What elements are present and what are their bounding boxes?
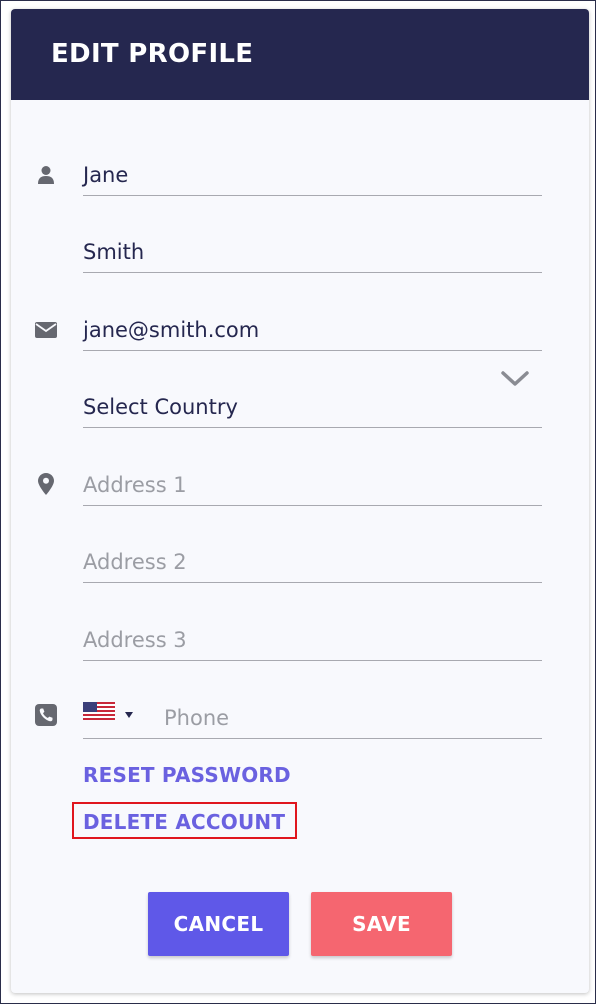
phone-field[interactable]: Phone — [83, 698, 542, 739]
phone-placeholder: Phone — [164, 706, 230, 730]
cancel-button[interactable]: CANCEL — [148, 892, 289, 956]
map-pin-icon — [35, 473, 57, 495]
first-name-value: Jane — [83, 163, 129, 187]
delete-account-link[interactable]: DELETE ACCOUNT — [83, 810, 285, 834]
caret-down-icon — [125, 712, 133, 718]
edit-profile-card: EDIT PROFILE Jane Smith jane@smith.com S… — [11, 9, 589, 993]
country-select[interactable]: Select Country — [83, 387, 542, 428]
phone-icon — [35, 704, 57, 726]
last-name-field[interactable]: Smith — [83, 232, 542, 273]
save-button[interactable]: SAVE — [311, 892, 452, 956]
address1-field[interactable]: Address 1 — [83, 465, 542, 506]
card-header: EDIT PROFILE — [11, 9, 589, 100]
window-frame: EDIT PROFILE Jane Smith jane@smith.com S… — [0, 0, 596, 1004]
address3-field[interactable]: Address 3 — [83, 620, 542, 661]
chevron-down-icon[interactable] — [500, 369, 530, 389]
address1-placeholder: Address 1 — [83, 473, 187, 497]
us-flag-icon — [83, 702, 115, 720]
last-name-value: Smith — [83, 240, 145, 264]
page-title: EDIT PROFILE — [51, 39, 254, 69]
address2-placeholder: Address 2 — [83, 550, 187, 574]
country-selected-value: Select Country — [83, 395, 238, 419]
address3-placeholder: Address 3 — [83, 628, 187, 652]
first-name-field[interactable]: Jane — [83, 155, 542, 196]
envelope-icon — [35, 319, 57, 341]
user-icon — [35, 164, 57, 186]
country-code-selector[interactable] — [83, 702, 133, 720]
email-field[interactable]: jane@smith.com — [83, 310, 542, 351]
address2-field[interactable]: Address 2 — [83, 542, 542, 583]
email-value: jane@smith.com — [83, 318, 260, 342]
reset-password-link[interactable]: RESET PASSWORD — [83, 763, 291, 787]
